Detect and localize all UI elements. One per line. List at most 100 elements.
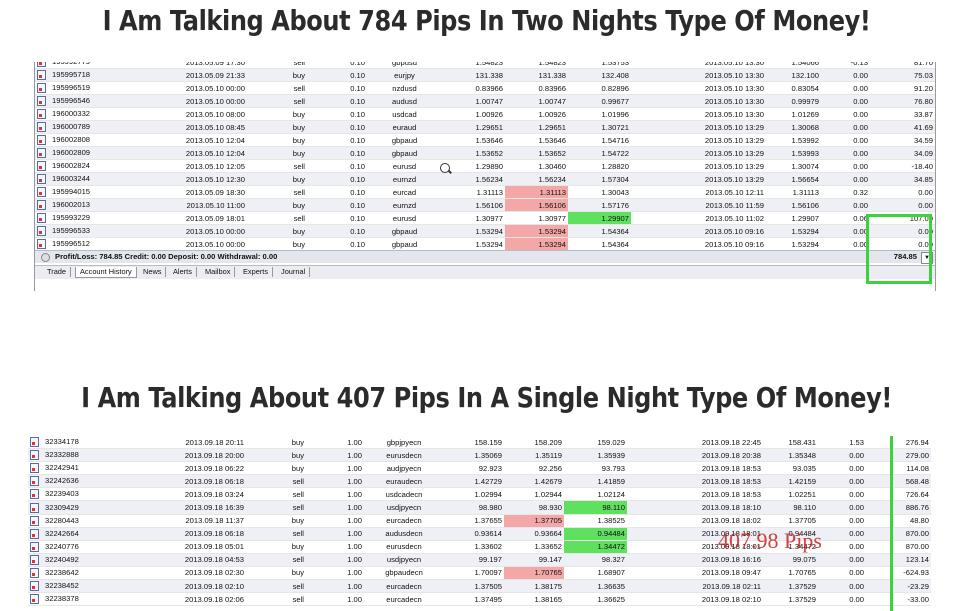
deal-icon	[30, 581, 39, 592]
table-row[interactable]: 32334178 2013.09.18 20:11 buy 1.00 gbpjpyecn…	[28, 436, 931, 450]
tab-mailbox[interactable]: Mailbox	[201, 267, 236, 277]
cell-order: 195995718	[35, 68, 117, 82]
cell-sl: 98.930	[504, 500, 564, 515]
summary-status-icon	[41, 253, 50, 262]
tab-journal[interactable]: Journal	[277, 267, 311, 277]
table-row[interactable]: 196002809 2013.05.10 12:04 buy 0.10 gbpaud 1.…	[35, 146, 935, 160]
table-row[interactable]: 196002808 2013.05.10 12:04 buy 0.10 gbpaud 1.…	[35, 133, 935, 147]
cell-close-time: 2013.09.18 18:02	[627, 514, 763, 528]
table-row[interactable]: 32238378 2013.09.18 02:06 sell 1.00 eurcadec…	[28, 592, 931, 607]
table-row[interactable]: 32238642 2013.09.18 02:30 buy 1.00 gbpaudecn…	[28, 566, 931, 581]
tab-experts[interactable]: Experts	[239, 267, 274, 277]
cell-open-time: 2013.05.10 12:04	[117, 146, 247, 160]
cell-open-time: 2013.09.18 16:39	[116, 500, 246, 515]
cell-size: 0.10	[307, 120, 367, 134]
summary-text: Profit/Loss: 784.85 Credit: 0.00 Deposit…	[55, 252, 278, 261]
deal-icon	[30, 515, 39, 526]
cell-swap: 0.00	[818, 514, 866, 528]
cell-tp: 1.54722	[568, 146, 631, 160]
cell-swap: 0.00	[821, 81, 870, 95]
cell-close-time: 2013.05.10 13:30	[631, 81, 766, 95]
cell-close: 158.431	[763, 436, 818, 450]
cell-swap: 0.00	[818, 540, 866, 554]
table-row[interactable]: 32240492 2013.09.18 04:53 sell 1.00 usdjpyec…	[28, 553, 931, 567]
table-row[interactable]: 195996519 2013.05.10 00:00 sell 0.10 nzdusd 0…	[35, 81, 935, 95]
order-number: 196000332	[52, 109, 91, 118]
cell-open: 1.53646	[442, 133, 505, 147]
cell-close-time: 2013.05.10 13:29	[631, 146, 766, 160]
table-row[interactable]: 195993229 2013.05.09 18:01 sell 0.10 eurusd 1…	[35, 211, 935, 225]
deal-icon	[37, 174, 46, 184]
cell-sl: 1.42679	[504, 474, 564, 489]
cell-sl: 131.338	[505, 68, 568, 82]
cell-close: 0.83054	[766, 81, 821, 95]
table-row[interactable]: 195996512 2013.05.10 00:00 buy 0.10 gbpaud 1.…	[35, 237, 935, 251]
table-row[interactable]: 195996546 2013.05.10 00:00 sell 0.10 audusd 1…	[35, 94, 935, 108]
cell-sl: 0.93664	[504, 527, 564, 541]
tab-account-history[interactable]: Account History	[75, 267, 137, 278]
cell-order: 32334178	[28, 436, 116, 450]
cell-type: buy	[246, 448, 306, 463]
table-row[interactable]: 195996533 2013.05.10 00:00 buy 0.10 gbpaud 1.…	[35, 224, 935, 238]
cell-open-time: 2013.09.18 02:10	[116, 579, 246, 594]
table-row[interactable]: 196002824 2013.05.10 12:05 sell 0.10 eurusd 1…	[35, 159, 935, 173]
cell-item: usdjpyecn	[364, 553, 444, 567]
cell-type: sell	[246, 527, 306, 541]
order-number: 195996533	[52, 226, 91, 235]
cell-close-time: 2013.05.10 13:30	[631, 94, 766, 108]
cell-profit: 0.00	[870, 185, 935, 199]
cell-close-time: 2013.09.18 18:10	[627, 500, 763, 515]
cell-close: 1.31113	[766, 185, 821, 199]
cell-type: sell	[246, 592, 306, 607]
cell-sl: 158.209	[504, 436, 564, 450]
table-row[interactable]: 32242636 2013.09.18 06:18 sell 1.00 euraudec…	[28, 474, 931, 489]
table-row[interactable]: 195995718 2013.05.09 21:33 buy 0.10 eurjpy 13…	[35, 68, 935, 82]
order-number: 196002809	[52, 148, 91, 157]
table-row[interactable]: 196000789 2013.05.10 08:45 buy 0.10 euraud 1.…	[35, 120, 935, 134]
cell-item: eurjpy	[367, 68, 442, 82]
pips-annotation: 407.98 Pips	[718, 528, 822, 553]
cell-profit: -624.93	[866, 566, 931, 581]
cell-tp: 1.68907	[564, 566, 627, 581]
order-number: 32332888	[45, 450, 79, 460]
cell-open-time: 2013.05.10 12:30	[117, 172, 247, 186]
cell-size: 1.00	[306, 540, 364, 554]
cell-size: 1.00	[306, 487, 364, 502]
cell-tp: 1.54364	[568, 237, 631, 251]
table-row[interactable]: 196002013 2013.05.10 11:00 buy 0.10 eurnzd 1.…	[35, 198, 935, 212]
cell-close-time: 2013.09.18 18:53	[627, 474, 763, 489]
cell-swap: 0.00	[821, 237, 870, 251]
tab-news[interactable]: News	[139, 267, 167, 277]
cell-close: 1.53993	[766, 146, 821, 160]
cell-sl: 1.02944	[504, 487, 564, 502]
cell-item: nzdusd	[367, 81, 442, 95]
cell-order: 196002808	[35, 133, 117, 147]
table-row[interactable]: 196003244 2013.05.10 12:30 buy 0.10 eurnzd 1.…	[35, 172, 935, 186]
cell-type: buy	[247, 237, 307, 251]
cell-profit: 0.00	[870, 198, 935, 212]
table-row[interactable]: 32332888 2013.09.18 20:00 buy 1.00 eurusdecn…	[28, 448, 931, 463]
cell-type: buy	[246, 540, 306, 554]
cell-tp: 1.36625	[564, 592, 627, 607]
cell-close-time: 2013.09.18 20:38	[627, 448, 763, 463]
tab-alerts[interactable]: Alerts	[169, 267, 197, 277]
cell-swap: 0.00	[818, 592, 866, 607]
cell-profit: 870.00	[866, 540, 931, 554]
table-row[interactable]: 196000332 2013.05.10 08:00 buy 0.10 usdcad 1.…	[35, 107, 935, 121]
cell-item: eurusdecn	[364, 448, 444, 463]
table-row[interactable]: 32239403 2013.09.18 03:24 sell 1.00 usdcadec…	[28, 487, 931, 502]
table-row[interactable]: 195994015 2013.05.09 18:30 sell 0.10 eurcad 1…	[35, 185, 935, 199]
table-row[interactable]: 32309429 2013.09.18 16:39 sell 1.00 usdjpyec…	[28, 500, 931, 515]
cell-open-time: 2013.05.10 00:00	[117, 81, 247, 95]
deal-icon	[30, 528, 39, 539]
table-row[interactable]: 32238452 2013.09.18 02:10 sell 1.00 eurcadec…	[28, 579, 931, 594]
cell-type: sell	[246, 474, 306, 489]
cell-swap: 0.00	[818, 566, 866, 581]
cell-close: 132.100	[766, 68, 821, 82]
cell-profit: -23.29	[866, 579, 931, 594]
table-row[interactable]: 32280443 2013.09.18 11:37 buy 1.00 eurcadecn…	[28, 514, 931, 528]
deal-icon	[30, 502, 39, 513]
cell-sl: 99.147	[504, 553, 564, 567]
table-row[interactable]: 32242941 2013.09.18 06:22 buy 1.00 audjpyecn…	[28, 461, 931, 476]
tab-trade[interactable]: Trade	[43, 267, 72, 277]
